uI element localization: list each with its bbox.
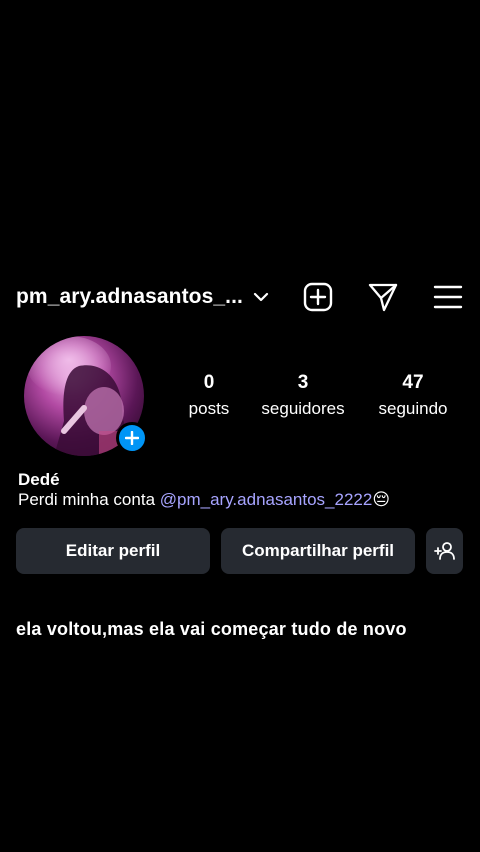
bio-text-line: Perdi minha conta @pm_ary.adnasantos_222…	[18, 490, 390, 510]
profile-name: Dedé	[18, 470, 60, 489]
stat-following[interactable]: 47 seguindo	[378, 370, 447, 422]
chevron-down-icon[interactable]	[253, 289, 269, 305]
video-caption: ela voltou,mas ela vai começar tudo de n…	[16, 619, 407, 639]
stat-following-value: 47	[402, 372, 424, 393]
bio-text: Perdi minha conta	[18, 490, 160, 509]
profile-header: pm_ary.adnasantos_...	[16, 278, 464, 316]
direct-message-icon[interactable]	[367, 281, 399, 313]
stat-posts[interactable]: 0 posts	[189, 370, 230, 422]
discover-people-button[interactable]	[426, 528, 463, 574]
stat-following-label: seguindo	[378, 399, 448, 418]
bio-mention-link[interactable]: @pm_ary.adnasantos_2222	[160, 490, 373, 509]
edit-profile-button[interactable]: Editar perfil	[16, 528, 210, 574]
stat-followers[interactable]: 3 seguidores	[261, 370, 344, 422]
profile-bio: Dedé Perdi minha conta @pm_ary.adnasanto…	[18, 470, 390, 510]
profile-avatar[interactable]	[24, 336, 148, 456]
menu-icon[interactable]	[432, 281, 464, 313]
bio-emoji: 😔	[372, 490, 391, 509]
new-post-icon[interactable]	[302, 281, 334, 313]
username-switcher[interactable]: pm_ary.adnasantos_...	[16, 285, 243, 309]
plus-icon	[125, 431, 139, 445]
profile-actions: Editar perfil Compartilhar perfil	[16, 528, 464, 574]
share-profile-button[interactable]: Compartilhar perfil	[221, 528, 415, 574]
stat-followers-value: 3	[297, 372, 309, 393]
add-person-icon	[433, 542, 455, 560]
stat-posts-value: 0	[203, 372, 215, 393]
stat-followers-label: seguidores	[261, 399, 345, 418]
add-story-button[interactable]	[116, 422, 148, 454]
stat-posts-label: posts	[188, 399, 230, 418]
